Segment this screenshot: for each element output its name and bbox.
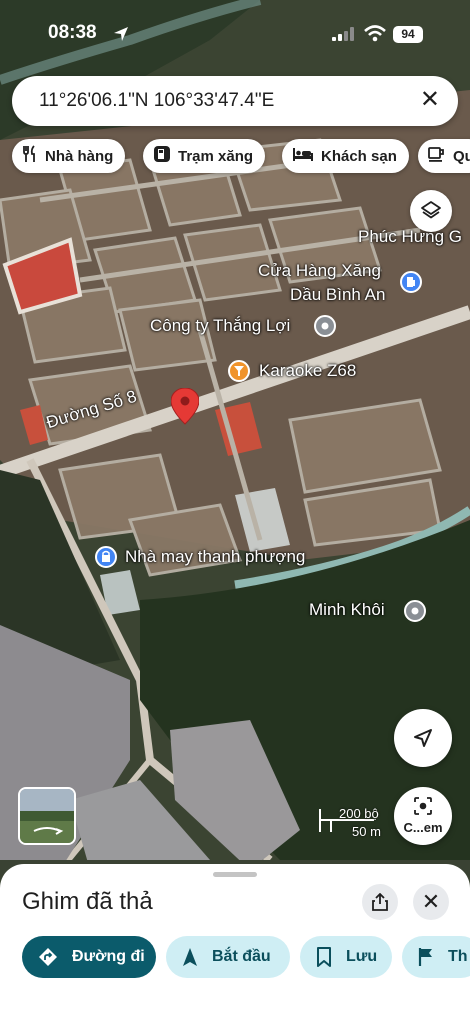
directions-icon [38,947,58,967]
factory-poi-icon[interactable] [95,546,117,568]
drag-handle[interactable] [213,872,257,877]
karaoke-poi-icon[interactable] [228,360,250,382]
action-buttons: Đường đi Bắt đầu Lưu Th [0,936,470,978]
map-label-gas-station-line2[interactable]: Dầu Bình An [290,285,385,305]
chip-label: Khách sạn [321,147,397,165]
scale-metric: 50 m [352,824,381,839]
chip-label: Nhà hàng [45,147,114,165]
save-label: Lưu [346,948,378,965]
lens-button[interactable]: C...em [394,787,452,845]
coffee-icon [428,146,446,166]
place-sheet[interactable]: Ghim đã thả ✕ Đường đi Bắt đầu Lưu Th [0,864,470,1024]
signal-icon [332,27,354,41]
battery-indicator: 94 [393,26,423,43]
chip-hotels[interactable]: Khách sạn [282,139,409,173]
company-poi-icon[interactable] [314,315,336,337]
status-bar: 08:38 94 [0,0,470,70]
map-label-gas-station-line1[interactable]: Cửa Hàng Xăng [258,261,381,281]
share-icon [372,893,388,911]
wifi-icon [364,25,386,42]
camera-search-icon [414,797,432,815]
scale-imperial: 200 bộ [339,806,379,821]
layers-icon [421,201,441,219]
hotel-icon [292,146,314,166]
dropped-pin-icon[interactable] [171,388,199,428]
label-button[interactable]: Th [402,936,470,978]
share-button[interactable] [362,884,398,920]
map-label-karaoke[interactable]: Karaoke Z68 [259,361,356,381]
save-button[interactable]: Lưu [300,936,392,978]
directions-label: Đường đi [72,948,145,965]
restaurant-icon [22,145,38,167]
close-sheet-button[interactable]: ✕ [413,884,449,920]
sheet-title: Ghim đã thả [22,888,153,915]
start-label: Bắt đầu [212,948,271,965]
chip-coffee[interactable]: Qu [418,139,470,173]
close-icon[interactable]: ✕ [420,88,440,112]
bookmark-icon [316,947,332,967]
street-view-image [20,789,74,843]
category-chips: Nhà hàng Trạm xăng Khách sạn Qu [12,139,470,173]
search-query[interactable]: 11°26'06.1"N 106°33'47.4"E [39,90,274,112]
minh-khoi-poi-icon[interactable] [404,600,426,622]
chip-label: Qu [453,147,470,165]
status-time: 08:38 [48,22,97,43]
lens-label: C...em [403,820,443,835]
layers-button[interactable] [410,190,452,232]
my-location-button[interactable] [394,709,452,767]
search-bar[interactable]: 11°26'06.1"N 106°33'47.4"E ✕ [12,76,458,126]
start-button[interactable]: Bắt đầu [166,936,290,978]
map-label-minh-khoi[interactable]: Minh Khôi [309,600,385,620]
label-button-label: Th [448,948,468,965]
map-label-phuc-hung[interactable]: Phúc Hưng G [358,227,462,247]
chip-gas-stations[interactable]: Trạm xăng [143,139,266,173]
street-view-thumbnail[interactable] [18,787,76,845]
navigation-arrow-icon [182,947,198,967]
map-label-nha-may[interactable]: Nhà may thanh phượng [125,547,305,567]
gas-station-icon [153,145,171,167]
gas-station-poi-icon[interactable] [400,271,422,293]
directions-button[interactable]: Đường đi [22,936,156,978]
close-icon: ✕ [421,889,441,914]
chip-restaurants[interactable]: Nhà hàng [12,139,126,173]
map-label-cong-ty[interactable]: Công ty Thắng Lợi [150,316,290,336]
chip-label: Trạm xăng [178,147,254,165]
navigation-arrow-icon [414,729,432,747]
flag-icon [418,947,434,967]
location-arrow-icon [114,27,128,41]
